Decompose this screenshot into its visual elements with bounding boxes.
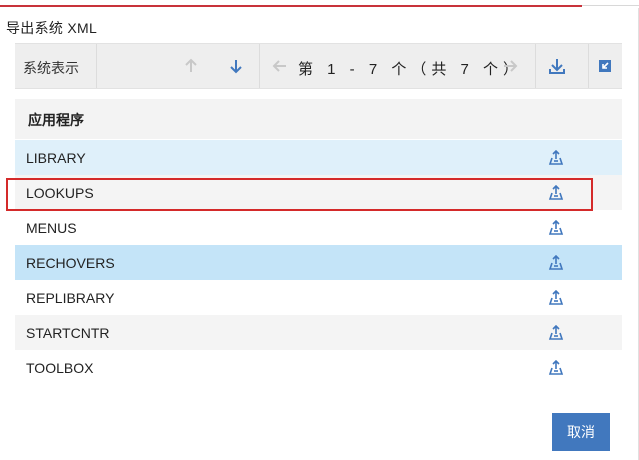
table-row[interactable]: REPLIBRARY	[15, 280, 622, 315]
table-row[interactable]: TOOLBOX	[15, 350, 622, 385]
export-icon[interactable]	[545, 323, 567, 343]
previous-page-button[interactable]	[260, 44, 300, 88]
row-label: LIBRARY	[26, 150, 86, 166]
accent-line	[0, 5, 582, 7]
row-label: STARTCNTR	[26, 325, 110, 341]
table-row[interactable]: MENUS	[15, 210, 622, 245]
collapse-icon	[598, 59, 612, 73]
column-header-label: 应用程序	[28, 112, 84, 128]
move-up-button[interactable]	[171, 44, 211, 88]
row-label: MENUS	[26, 220, 77, 236]
table-toolbar: 系统表示 第 1 - 7 个（共 7 个）	[15, 43, 622, 89]
row-label: REPLIBRARY	[26, 290, 115, 306]
table-row[interactable]: RECHOVERS	[15, 245, 622, 280]
row-label: TOOLBOX	[26, 360, 94, 376]
application-list: LIBRARY LOOKUPS MENUS RECHOVERS REPLIBRA…	[15, 140, 622, 385]
arrow-right-icon	[502, 58, 518, 74]
divider	[96, 44, 97, 88]
table-title: 系统表示	[23, 60, 79, 76]
export-system-xml-dialog: 导出系统 XML 系统表示 第 1 - 7 个（共 7 个） 应用程序 LIBR…	[0, 0, 639, 460]
top-strip	[0, 0, 639, 8]
arrow-up-icon	[183, 58, 199, 74]
divider	[582, 5, 639, 6]
move-down-button[interactable]	[216, 44, 256, 88]
collapse-button[interactable]	[588, 44, 622, 88]
export-icon[interactable]	[545, 358, 567, 378]
cancel-button[interactable]: 取消	[552, 413, 610, 451]
arrow-down-icon	[228, 58, 244, 74]
table-row[interactable]: STARTCNTR	[15, 315, 622, 350]
dialog-title: 导出系统 XML	[6, 20, 98, 36]
export-icon[interactable]	[545, 218, 567, 238]
export-icon[interactable]	[545, 288, 567, 308]
export-icon[interactable]	[545, 253, 567, 273]
export-icon[interactable]	[545, 148, 567, 168]
download-button[interactable]	[537, 44, 577, 88]
table-row[interactable]: LIBRARY	[15, 140, 622, 175]
highlight-box	[6, 178, 593, 211]
column-header-application[interactable]: 应用程序	[15, 99, 622, 139]
download-icon	[548, 57, 566, 75]
row-label: RECHOVERS	[26, 255, 115, 271]
next-page-button[interactable]	[490, 44, 530, 88]
divider	[535, 44, 536, 88]
arrow-left-icon	[272, 58, 288, 74]
